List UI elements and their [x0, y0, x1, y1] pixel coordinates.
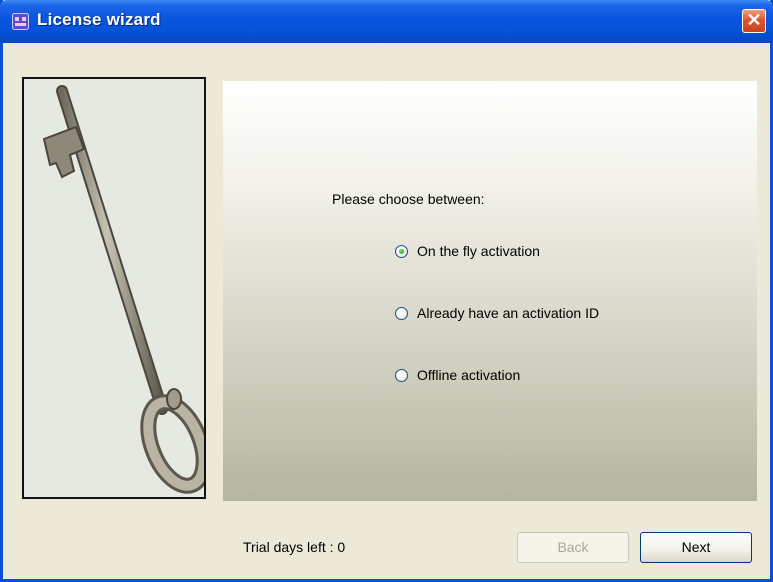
wizard-body: Please choose between: On the fly activa… [3, 43, 770, 579]
option-label: Offline activation [417, 367, 521, 383]
key-image-panel [22, 77, 206, 499]
close-button[interactable]: ✕ [742, 9, 766, 33]
option-label: Already have an activation ID [417, 305, 600, 321]
license-wizard-window: License wizard ✕ Please choose between: … [0, 0, 773, 582]
options-panel: Please choose between: On the fly activa… [223, 81, 757, 501]
trial-days-status: Trial days left : 0 [243, 539, 346, 555]
back-button[interactable]: Back [517, 532, 629, 563]
option-on-the-fly-activation[interactable]: On the fly activation [395, 241, 540, 261]
option-offline-activation[interactable]: Offline activation [395, 365, 520, 385]
radio-on-the-fly[interactable] [395, 244, 408, 258]
radio-offline[interactable] [395, 368, 408, 382]
skeleton-key-illustration [42, 85, 204, 494]
license-app-icon [12, 13, 29, 30]
close-icon: ✕ [746, 10, 762, 30]
title-bar[interactable]: License wizard ✕ [0, 0, 773, 43]
next-button[interactable]: Next [640, 532, 752, 563]
choose-prompt: Please choose between: [332, 191, 485, 207]
option-label: On the fly activation [417, 243, 540, 259]
window-title: License wizard [37, 10, 161, 29]
option-already-have-activation-id[interactable]: Already have an activation ID [395, 303, 599, 323]
radio-activation-id[interactable] [395, 306, 408, 320]
